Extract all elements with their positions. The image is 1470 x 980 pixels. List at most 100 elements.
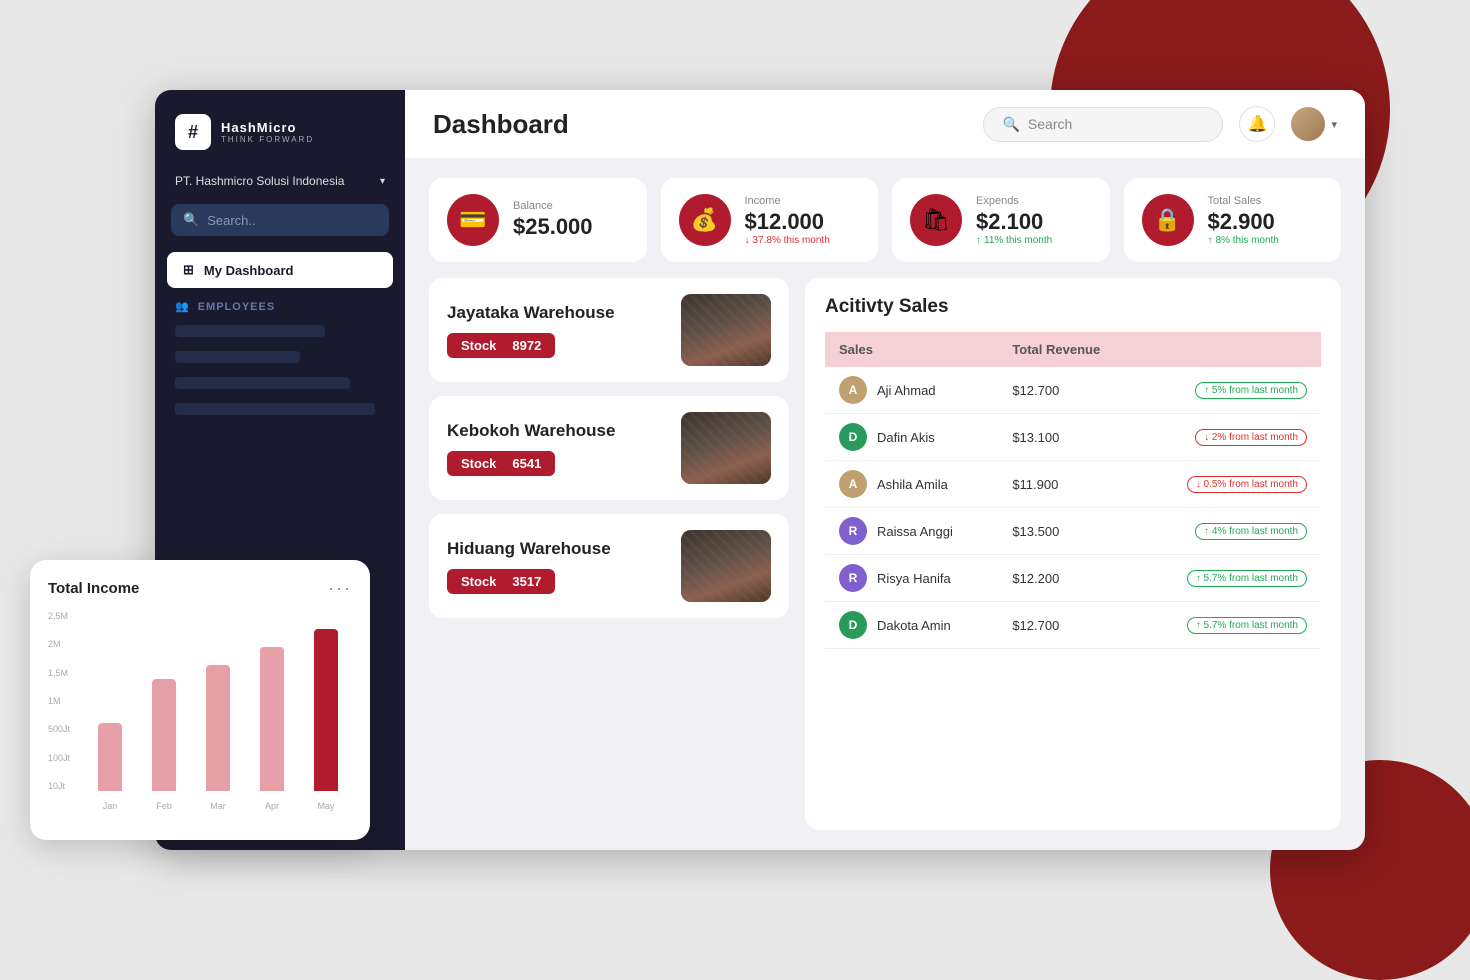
x-label: May — [304, 801, 348, 811]
sales-cell: D Dakota Amin — [825, 602, 998, 649]
stat-card-income: 💰 Income $12.000 ↓37.8% this month — [661, 178, 879, 262]
table-row: A Ashila Amila $11.900 ↓ 0.5% from last … — [825, 461, 1321, 508]
y-label: 500Jt — [48, 724, 80, 734]
stat-value-income: $12.000 — [745, 209, 861, 235]
sales-cell: D Dafin Akis — [825, 414, 998, 461]
page-title: Dashboard — [433, 109, 569, 140]
x-label: Apr — [250, 801, 294, 811]
income-title: Total Income — [48, 580, 139, 597]
sales-cell: A Aji Ahmad — [825, 367, 998, 414]
revenue-cell: $12.700 — [998, 367, 1140, 414]
revenue-cell: $12.200 — [998, 555, 1140, 602]
table-row: R Raissa Anggi $13.500 ↑ 4% from last mo… — [825, 508, 1321, 555]
chart-bar — [260, 647, 284, 791]
sidebar-search-input[interactable]: 🔍 Search.. — [171, 204, 389, 236]
activity-sales-card: Acitivty Sales Sales Total Revenue — [805, 278, 1341, 830]
header-right: 🔍 Search 🔔 ▾ — [983, 106, 1337, 142]
y-label: 1M — [48, 696, 80, 706]
avatar — [1291, 107, 1325, 141]
expends-icon: 🛍 — [910, 194, 962, 246]
sales-cell: R Risya Hanifa — [825, 555, 998, 602]
sales-cell: A Ashila Amila — [825, 461, 998, 508]
chart-bar-group — [250, 611, 294, 791]
warehouses-column: Jayataka Warehouse Stock 8972 Kebok — [429, 278, 789, 830]
search-icon: 🔍 — [1002, 116, 1019, 133]
stock-badge-kebokoh: Stock 6541 — [447, 451, 555, 476]
warehouse-name-kebokoh: Kebokoh Warehouse — [447, 421, 615, 441]
y-label: 100Jt — [48, 753, 80, 763]
menu-placeholder-2 — [175, 351, 300, 363]
stat-value-balance: $25.000 — [513, 214, 629, 240]
table-header-row: Sales Total Revenue — [825, 332, 1321, 367]
table-row: R Risya Hanifa $12.200 ↑ 5.7% from last … — [825, 555, 1321, 602]
content-row: Jayataka Warehouse Stock 8972 Kebok — [429, 278, 1341, 830]
logo-icon: # — [175, 114, 211, 150]
search-input[interactable]: 🔍 Search — [983, 107, 1223, 142]
warehouse-card-jayataka: Jayataka Warehouse Stock 8972 — [429, 278, 789, 382]
stat-label-totalsales: Total Sales — [1208, 195, 1324, 207]
main-content: Dashboard 🔍 Search 🔔 ▾ 💳 — [405, 90, 1365, 850]
revenue-cell: $12.700 — [998, 602, 1140, 649]
stock-badge-jayataka: Stock 8972 — [447, 333, 555, 358]
dashboard-body: 💳 Balance $25.000 💰 Income $12.000 ↓37.8… — [405, 158, 1365, 850]
change-cell: ↓ 2% from last month — [1140, 414, 1321, 461]
balance-icon: 💳 — [447, 194, 499, 246]
income-icon: 💰 — [679, 194, 731, 246]
chevron-down-icon: ▾ — [1331, 118, 1337, 131]
x-label: Mar — [196, 801, 240, 811]
warehouse-image-kebokoh — [681, 412, 771, 484]
change-cell: ↑ 5% from last month — [1140, 367, 1321, 414]
table-row: D Dafin Akis $13.100 ↓ 2% from last mont… — [825, 414, 1321, 461]
more-button[interactable]: ··· — [328, 578, 352, 599]
stat-label-balance: Balance — [513, 200, 629, 212]
grid-icon: ⊞ — [183, 262, 194, 278]
change-cell: ↑ 4% from last month — [1140, 508, 1321, 555]
table-row: A Aji Ahmad $12.700 ↑ 5% from last month — [825, 367, 1321, 414]
stat-change-totalsales: ↑8% this month — [1208, 235, 1324, 246]
stat-label-income: Income — [745, 195, 861, 207]
col-header-sales: Sales — [825, 332, 998, 367]
totalsales-icon: 🔒 — [1142, 194, 1194, 246]
y-label: 2M — [48, 639, 80, 649]
warehouse-image-jayataka — [681, 294, 771, 366]
search-icon: 🔍 — [183, 212, 199, 228]
company-selector[interactable]: PT. Hashmicro Solusi Indonesia ▾ — [155, 166, 405, 204]
menu-placeholder-3 — [175, 377, 350, 389]
income-card-header: Total Income ··· — [48, 578, 352, 599]
change-cell: ↑ 5.7% from last month — [1140, 555, 1321, 602]
col-header-revenue: Total Revenue — [998, 332, 1140, 367]
revenue-cell: $11.900 — [998, 461, 1140, 508]
chart-bar — [98, 723, 122, 791]
change-cell: ↑ 5.7% from last month — [1140, 602, 1321, 649]
warehouse-card-hiduang: Hiduang Warehouse Stock 3517 — [429, 514, 789, 618]
warehouse-name-jayataka: Jayataka Warehouse — [447, 303, 615, 323]
chart-y-labels: 2,5M2M1,5M1M500Jt100Jt10Jt — [48, 611, 80, 791]
chart-bar-group — [304, 611, 348, 791]
activity-table: Sales Total Revenue A Aji Ahmad $12.700 — [825, 332, 1321, 649]
stat-card-balance: 💳 Balance $25.000 — [429, 178, 647, 262]
table-row: D Dakota Amin $12.700 ↑ 5.7% from last m… — [825, 602, 1321, 649]
activity-title: Acitivty Sales — [825, 296, 1321, 318]
x-label: Jan — [88, 801, 132, 811]
chart-bar-group — [196, 611, 240, 791]
warehouse-card-kebokoh: Kebokoh Warehouse Stock 6541 — [429, 396, 789, 500]
y-label: 10Jt — [48, 781, 80, 791]
stat-change-income: ↓37.8% this month — [745, 235, 861, 246]
warehouse-image-hiduang — [681, 530, 771, 602]
avatar-button[interactable]: ▾ — [1291, 107, 1337, 141]
header: Dashboard 🔍 Search 🔔 ▾ — [405, 90, 1365, 158]
stats-row: 💳 Balance $25.000 💰 Income $12.000 ↓37.8… — [429, 178, 1341, 262]
chart-bar — [152, 679, 176, 791]
chart-area: 2,5M2M1,5M1M500Jt100Jt10Jt JanFebMarAprM… — [48, 611, 352, 811]
warehouse-name-hiduang: Hiduang Warehouse — [447, 539, 611, 559]
stat-label-expends: Expends — [976, 195, 1092, 207]
logo-text: HashMicro THINK FORWARD — [221, 120, 314, 145]
y-label: 2,5M — [48, 611, 80, 621]
users-icon: 👥 — [175, 300, 190, 313]
change-cell: ↓ 0.5% from last month — [1140, 461, 1321, 508]
sidebar-item-dashboard[interactable]: ⊞ My Dashboard — [167, 252, 393, 288]
notification-button[interactable]: 🔔 — [1239, 106, 1275, 142]
sales-cell: R Raissa Anggi — [825, 508, 998, 555]
chart-x-labels: JanFebMarAprMay — [84, 801, 352, 811]
sidebar-section-employees: 👥 EMPLOYEES — [155, 288, 405, 321]
